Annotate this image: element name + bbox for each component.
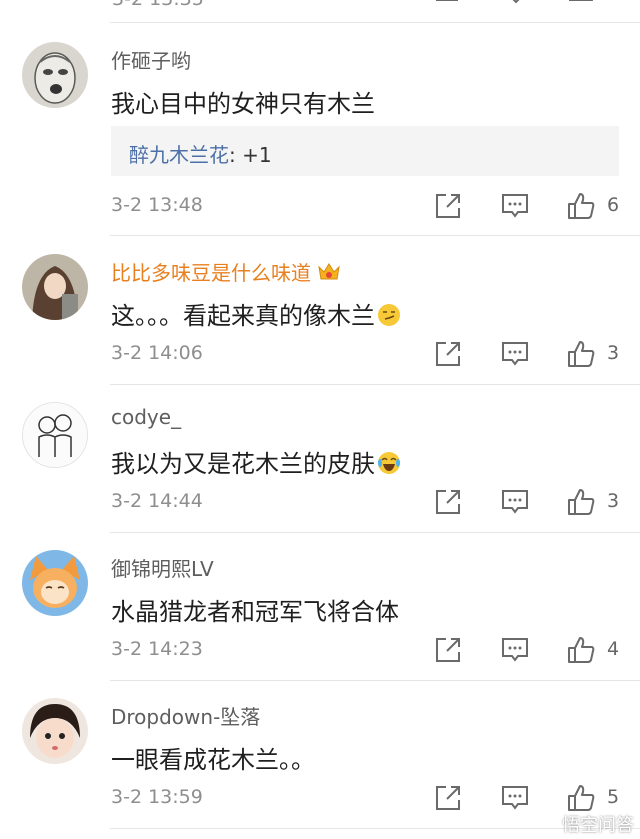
like-icon[interactable] [567,636,595,664]
comment-text: 我心目中的女神只有木兰 [111,90,375,118]
like-icon[interactable] [567,488,595,516]
comment-meta: 3-2 14:06 3 [0,340,640,370]
comment-text-line: 这。。。看起来真的像木兰 [111,296,401,331]
comment-username[interactable]: 比比多味豆是什么味道 [111,261,311,285]
reply-box[interactable]: 醉九木兰花: +1 [111,126,619,176]
divider [110,384,640,385]
share-icon[interactable] [435,0,463,12]
divider [110,22,640,23]
comment-date: 3-2 14:23 [111,638,203,660]
share-icon[interactable] [434,340,462,368]
laugh-cry-emoji-icon [378,452,400,474]
comment-username-vip[interactable]: 比比多味豆是什么味道 [111,257,341,286]
comment-username[interactable]: 作砸子哟 [111,45,191,74]
comment-date: 3-2 13:48 [111,194,203,216]
comment-text-line: 我以为又是花木兰的皮肤 [111,444,401,479]
reply-line: 醉九木兰花: +1 [129,139,272,168]
like-icon[interactable] [567,192,595,220]
comment-meta: 3-2 14:44 3 [0,488,640,518]
anime-girl-avatar-icon[interactable] [22,254,88,320]
reply-username[interactable]: 醉九木兰花 [129,143,229,167]
comment-username[interactable]: codye_ [111,405,181,429]
fox-girl-avatar-icon[interactable] [22,550,88,616]
crown-badge-icon [318,263,340,280]
comment-meta: 3-2 13:48 6 [0,192,640,222]
watermark: 悟空问答 [562,815,634,836]
comment-icon[interactable] [501,636,529,664]
child-avatar-icon[interactable] [22,698,88,764]
comment-meta: 3-2 14:23 4 [0,636,640,666]
reply-separator: : [229,143,243,167]
like-count: 6 [607,194,620,216]
share-icon[interactable] [434,636,462,664]
comment-icon[interactable] [501,192,529,220]
divider [110,532,640,533]
comment-text: 我以为又是花木兰的皮肤 [111,450,375,478]
like-icon[interactable] [568,0,596,12]
comment-text: 水晶猎龙者和冠军飞将合体 [111,598,399,626]
share-icon[interactable] [434,784,462,812]
comment-date: 3-2 14:44 [111,490,203,512]
comment-text: 一眼看成花木兰。。 [111,746,315,774]
meme-face-avatar-icon[interactable] [22,42,88,108]
like-count: 3 [607,342,620,364]
like-count: 3 [607,490,620,512]
share-icon[interactable] [434,192,462,220]
comment-icon[interactable] [502,0,530,12]
divider [110,680,640,681]
like-icon[interactable] [567,340,595,368]
comment-icon[interactable] [501,340,529,368]
divider [110,828,640,829]
like-count: 5 [607,786,620,808]
comment-username[interactable]: 御锦明熙LV [111,553,214,582]
share-icon[interactable] [434,488,462,516]
like-count: 4 [607,638,620,660]
sketch-couple-avatar-icon[interactable] [22,402,88,468]
comment-date: 3-2 14:06 [111,342,203,364]
reply-text: +1 [242,143,272,167]
comment-date: 3-2 13:59 [111,786,203,808]
divider [110,235,640,236]
like-icon[interactable] [567,784,595,812]
comment-date: 3-2 13:35 [112,0,204,10]
comment-icon[interactable] [501,488,529,516]
comment-icon[interactable] [501,784,529,812]
comment-text: 这。。。看起来真的像木兰 [111,302,375,330]
smirk-emoji-icon [378,304,400,326]
comment-username[interactable]: Dropdown-坠落 [111,701,260,730]
comment-meta: 3-2 13:59 5 [0,784,640,814]
previous-comment-meta: 3-2 13:35 [0,0,640,24]
